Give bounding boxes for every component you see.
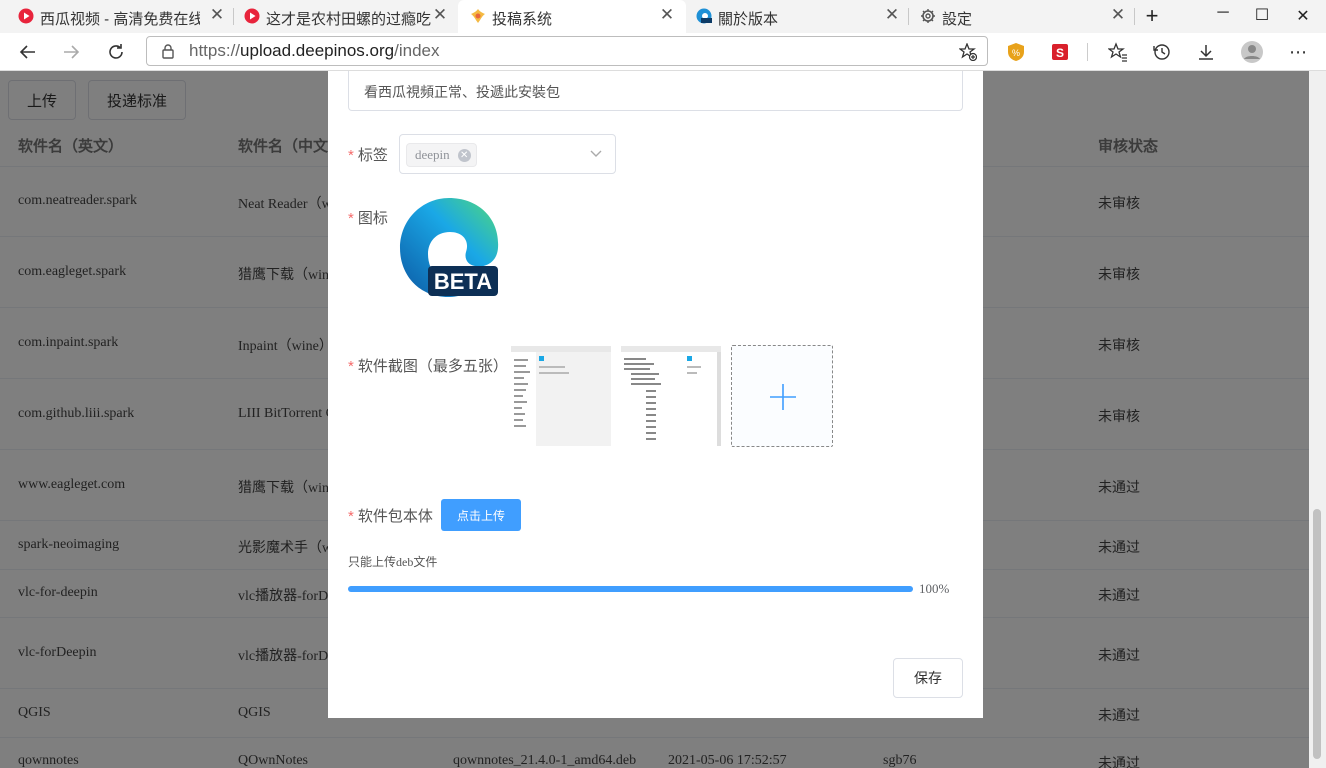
svg-text:S: S bbox=[1056, 46, 1064, 60]
gear-icon bbox=[921, 9, 935, 23]
upload-progress-text: 100% bbox=[919, 581, 950, 596]
downloads-icon[interactable] bbox=[1195, 41, 1217, 63]
screenshot-thumbnail-1[interactable] bbox=[511, 346, 611, 446]
screenshots-label: * 软件截图（最多五张） bbox=[348, 358, 508, 375]
tab-about-version[interactable]: 關於版本 ✕ bbox=[684, 0, 908, 33]
tab-title: 設定 bbox=[942, 11, 973, 28]
refresh-icon[interactable] bbox=[105, 41, 127, 63]
submit-dialog: 看西瓜視頻正常、投遞此安裝包 * 标签 deepin ✕ * 图标 BETA * 软件… bbox=[328, 71, 983, 718]
icon-label: * 图标 bbox=[348, 210, 388, 227]
tab-title: 關於版本 bbox=[718, 11, 779, 28]
save-button[interactable]: 保存 bbox=[893, 658, 963, 698]
remove-tag-icon[interactable]: ✕ bbox=[457, 149, 471, 162]
new-tab-icon[interactable]: + bbox=[1142, 3, 1162, 29]
browser-toolbar: https://upload.deepinos.org/index % S ⋯ bbox=[0, 33, 1326, 71]
description-field[interactable]: 看西瓜視頻正常、投遞此安裝包 bbox=[348, 71, 963, 111]
maximize-icon[interactable]: ☐ bbox=[1252, 5, 1272, 25]
url-text: https://upload.deepinos.org/index bbox=[189, 41, 440, 60]
xigua-icon bbox=[244, 8, 260, 24]
favorites-icon[interactable] bbox=[1107, 41, 1129, 63]
tab-upload-system[interactable]: 投稿系统 ✕ bbox=[458, 0, 686, 33]
scrollbar-thumb[interactable] bbox=[1313, 509, 1321, 759]
tag-chip-label: deepin bbox=[415, 147, 450, 162]
svg-text:%: % bbox=[1012, 48, 1020, 58]
close-tab-icon[interactable]: ✕ bbox=[430, 5, 450, 25]
extension-shield-icon[interactable]: % bbox=[1005, 41, 1027, 63]
extension-s-icon[interactable]: S bbox=[1049, 41, 1071, 63]
tab-title: 这才是农村田螺的过瘾吃法 bbox=[266, 11, 431, 28]
minimize-icon[interactable]: ─ bbox=[1213, 4, 1233, 22]
tab-xigua-1[interactable]: 西瓜视频 - 高清免费在线视 ✕ bbox=[6, 0, 234, 33]
upload-progress-fill bbox=[348, 586, 913, 592]
lock-icon[interactable] bbox=[161, 44, 175, 59]
tab-title: 投稿系统 bbox=[492, 11, 553, 28]
spark-icon bbox=[471, 9, 485, 23]
profile-avatar-icon[interactable] bbox=[1240, 40, 1264, 64]
upload-tip: 只能上传deb文件 bbox=[348, 555, 438, 569]
history-icon[interactable] bbox=[1151, 41, 1173, 63]
add-screenshot-button[interactable] bbox=[731, 345, 833, 447]
close-tab-icon[interactable]: ✕ bbox=[657, 5, 677, 25]
close-tab-icon[interactable]: ✕ bbox=[882, 5, 902, 25]
toolbar-divider bbox=[1087, 43, 1088, 61]
close-tab-icon[interactable]: ✕ bbox=[207, 5, 227, 25]
screenshot-thumbnail-2[interactable] bbox=[621, 346, 721, 446]
tab-settings[interactable]: 設定 ✕ bbox=[908, 0, 1134, 33]
upload-progress-bar bbox=[348, 586, 913, 592]
close-window-icon[interactable]: ✕ bbox=[1293, 6, 1313, 26]
chevron-down-icon[interactable] bbox=[589, 146, 603, 160]
back-icon[interactable] bbox=[17, 41, 39, 63]
page-scrollbar[interactable] bbox=[1309, 71, 1326, 768]
add-favorite-icon[interactable] bbox=[959, 43, 977, 61]
description-value: 看西瓜視頻正常、投遞此安裝包 bbox=[364, 84, 560, 100]
tag-chip: deepin ✕ bbox=[406, 143, 477, 167]
xigua-icon bbox=[18, 8, 34, 24]
package-label: * 软件包本体 bbox=[348, 508, 433, 525]
tag-select[interactable]: deepin ✕ bbox=[399, 134, 616, 174]
edge-beta-icon bbox=[696, 8, 712, 24]
tag-label: * 标签 bbox=[348, 147, 388, 164]
close-tab-icon[interactable]: ✕ bbox=[1108, 5, 1128, 25]
tab-divider bbox=[1134, 8, 1135, 25]
app-icon-preview[interactable]: BETA bbox=[398, 196, 500, 298]
tab-title: 西瓜视频 - 高清免费在线视 bbox=[40, 11, 200, 28]
address-bar[interactable]: https://upload.deepinos.org/index bbox=[146, 36, 988, 66]
more-menu-icon[interactable]: ⋯ bbox=[1287, 41, 1309, 63]
beta-text: BETA bbox=[434, 269, 492, 294]
tab-xigua-2[interactable]: 这才是农村田螺的过瘾吃法 ✕ bbox=[232, 0, 458, 33]
forward-icon[interactable] bbox=[60, 41, 82, 63]
click-upload-button[interactable]: 点击上传 bbox=[441, 499, 521, 531]
browser-tab-bar: 西瓜视频 - 高清免费在线视 ✕ 这才是农村田螺的过瘾吃法 ✕ 投稿系统 ✕ 關… bbox=[0, 0, 1326, 33]
plus-icon bbox=[770, 384, 796, 410]
